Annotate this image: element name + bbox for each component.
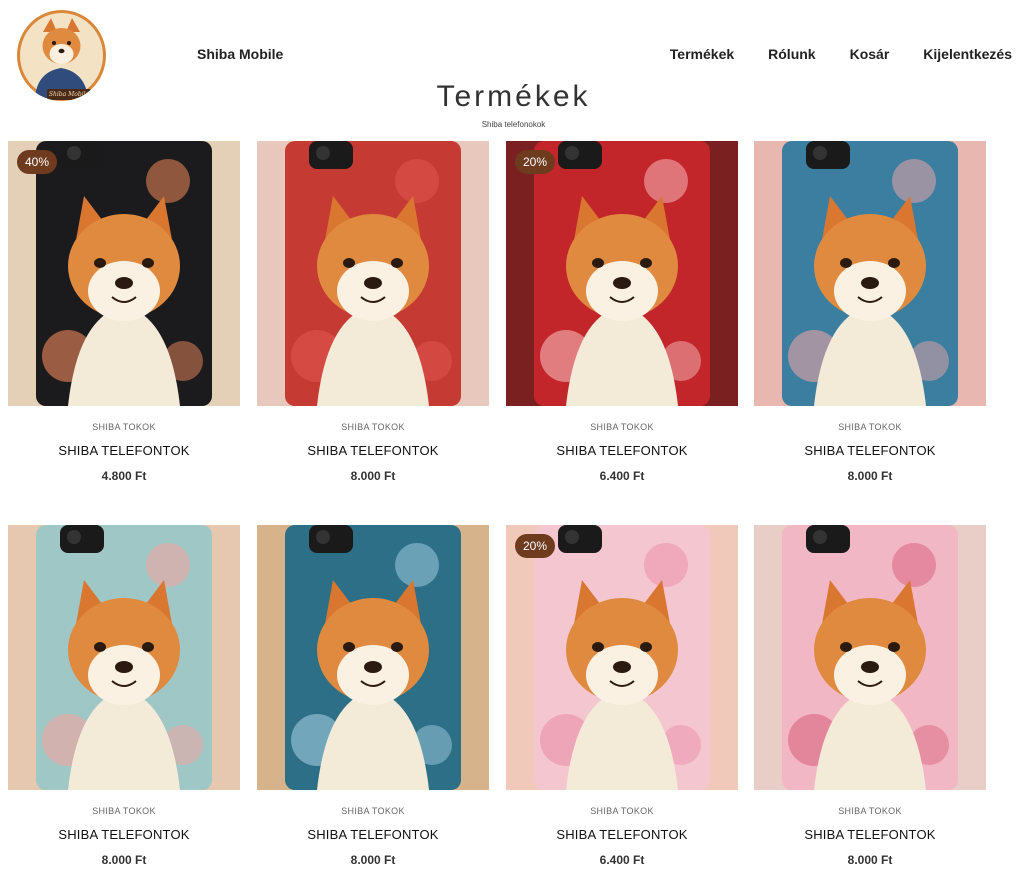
nav-kosar[interactable]: Kosár: [850, 46, 890, 62]
product-name[interactable]: SHIBA TELEFONTOK: [754, 443, 986, 458]
product-category: SHIBA TOKOK: [590, 806, 654, 816]
product-card[interactable]: SHIBA TOKOK SHIBA TELEFONTOK 8.000 Ft: [257, 141, 489, 483]
product-card[interactable]: 20% SHIBA TOKOK SHIBA TELEFONTOK 6.400 Ft: [506, 525, 738, 867]
product-card[interactable]: SHIBA TOKOK SHIBA TELEFONTOK 8.000 Ft: [754, 525, 986, 867]
product-card[interactable]: 20% SHIBA TOKOK SHIBA TELEFONTOK 6.400 Ft: [506, 141, 738, 483]
product-category: SHIBA TOKOK: [341, 422, 405, 432]
product-price: 8.000 Ft: [350, 853, 396, 867]
product-category: SHIBA TOKOK: [838, 806, 902, 816]
product-price: 8.000 Ft: [350, 469, 396, 483]
product-name[interactable]: SHIBA TELEFONTOK: [8, 443, 240, 458]
product-price: 6.400 Ft: [599, 853, 645, 867]
product-name[interactable]: SHIBA TELEFONTOK: [506, 827, 738, 842]
product-price: 8.000 Ft: [847, 469, 893, 483]
brand-name[interactable]: Shiba Mobile: [197, 46, 283, 62]
discount-badge: 40%: [17, 150, 58, 174]
discount-badge: 20%: [515, 534, 556, 558]
product-category: SHIBA TOKOK: [92, 806, 156, 816]
nav-rolunk[interactable]: Rólunk: [768, 46, 815, 62]
product-name[interactable]: SHIBA TELEFONTOK: [257, 827, 489, 842]
product-card[interactable]: SHIBA TOKOK SHIBA TELEFONTOK 8.000 Ft: [8, 525, 240, 867]
product-image[interactable]: [754, 525, 986, 790]
product-price: 8.000 Ft: [847, 853, 893, 867]
product-image[interactable]: [257, 141, 489, 406]
product-category: SHIBA TOKOK: [590, 422, 654, 432]
product-name[interactable]: SHIBA TELEFONTOK: [8, 827, 240, 842]
product-price: 4.800 Ft: [101, 469, 147, 483]
product-image[interactable]: 20%: [506, 141, 738, 406]
product-card[interactable]: SHIBA TOKOK SHIBA TELEFONTOK 8.000 Ft: [257, 525, 489, 867]
product-card[interactable]: SHIBA TOKOK SHIBA TELEFONTOK 8.000 Ft: [754, 141, 986, 483]
product-price: 6.400 Ft: [599, 469, 645, 483]
product-image[interactable]: [257, 525, 489, 790]
product-image[interactable]: 20%: [506, 525, 738, 790]
discount-badge: 20%: [515, 150, 556, 174]
product-category: SHIBA TOKOK: [341, 806, 405, 816]
page-subtitle: Shiba telefonokok: [481, 120, 546, 129]
page-title: Termékek: [436, 80, 591, 113]
product-category: SHIBA TOKOK: [838, 422, 902, 432]
product-name[interactable]: SHIBA TELEFONTOK: [754, 827, 986, 842]
product-name[interactable]: SHIBA TELEFONTOK: [257, 443, 489, 458]
main-nav: Termékek Rólunk Kosár Kijelentkezés: [670, 46, 1012, 62]
product-card[interactable]: 40% SHIBA TOKOK SHIBA TELEFONTOK 4.800 Ft: [8, 141, 240, 483]
product-name[interactable]: SHIBA TELEFONTOK: [506, 443, 738, 458]
nav-termekek[interactable]: Termékek: [670, 46, 734, 62]
product-price: 8.000 Ft: [101, 853, 147, 867]
product-image[interactable]: [8, 525, 240, 790]
nav-kijelentkezes[interactable]: Kijelentkezés: [923, 46, 1012, 62]
product-image[interactable]: [754, 141, 986, 406]
product-category: SHIBA TOKOK: [92, 422, 156, 432]
product-image[interactable]: 40%: [8, 141, 240, 406]
